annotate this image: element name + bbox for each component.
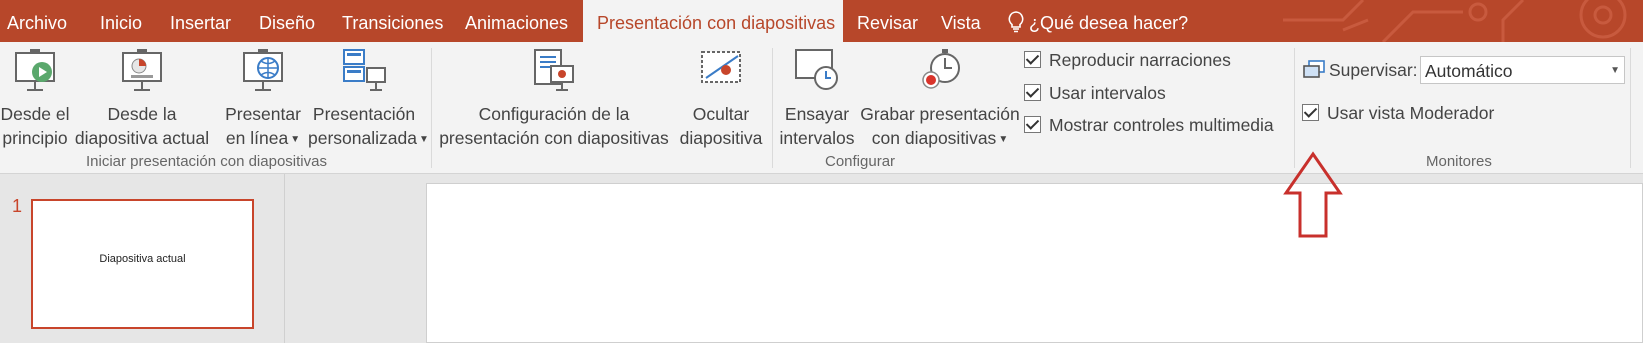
record-slideshow-line1: Grabar presentación <box>860 104 1020 124</box>
show-media-controls-checkbox[interactable]: Mostrar controles multimedia <box>1024 115 1274 136</box>
presenter-view-label: Usar vista Moderador <box>1327 103 1495 123</box>
monitor-label: Supervisar: <box>1329 60 1418 80</box>
checkbox-check-icon <box>1024 84 1041 101</box>
group-separator <box>772 48 773 168</box>
hide-slide-button[interactable]: Ocultar diapositiva <box>674 48 768 148</box>
play-narrations-checkbox[interactable]: Reproducir narraciones <box>1024 50 1231 71</box>
present-online-icon <box>243 49 283 91</box>
from-beginning-line2: principio <box>2 128 68 148</box>
group-separator <box>431 48 432 168</box>
slide-number: 1 <box>12 196 23 216</box>
dropdown-caret-icon: ▼ <box>418 134 429 145</box>
group-label-start: Iniciar presentación con diapositivas <box>86 153 327 170</box>
rehearse-timings-button[interactable]: Ensayar intervalos <box>774 48 860 148</box>
custom-show-line2: personalizada <box>308 128 417 148</box>
play-from-current-icon <box>122 49 162 91</box>
record-slideshow-button[interactable]: Grabar presentación con diapositivas ▼ <box>860 48 1020 148</box>
tab-vista[interactable]: Vista <box>941 0 981 42</box>
present-online-line2: en línea <box>225 128 289 148</box>
tell-me-text: ¿Qué desea hacer? <box>1029 13 1189 33</box>
from-current-line1: Desde la <box>107 104 177 124</box>
group-label-monitors: Monitores <box>1426 153 1492 170</box>
slide-canvas[interactable] <box>426 183 1643 343</box>
presenter-view-checkbox[interactable]: Usar vista Moderador <box>1302 103 1494 124</box>
up-arrow-annotation-icon <box>1283 151 1343 238</box>
checkbox-check-icon <box>1302 104 1319 121</box>
dropdown-caret-icon: ▼ <box>290 134 301 145</box>
tab-transiciones[interactable]: Transiciones <box>342 0 443 42</box>
group-label-setup: Configurar <box>825 153 896 170</box>
custom-show-button[interactable]: Presentación personalizada ▼ <box>308 48 429 148</box>
tab-insertar[interactable]: Insertar <box>170 0 231 42</box>
ribbon-panel: Desde el principio Desde la diapositiva … <box>0 42 1643 174</box>
record-slideshow-icon <box>922 49 960 89</box>
rehearse-timings-line1: Ensayar <box>784 104 850 124</box>
setup-slideshow-button[interactable]: Configuración de la presentación con dia… <box>436 48 672 148</box>
use-timings-label: Usar intervalos <box>1049 83 1166 103</box>
from-beginning-line1: Desde el <box>0 104 70 124</box>
checkbox-check-icon <box>1024 116 1041 133</box>
group-separator <box>1294 48 1295 168</box>
from-current-slide-button[interactable]: Desde la diapositiva actual <box>72 48 212 148</box>
record-slideshow-line2: con diapositivas <box>871 128 997 148</box>
tab-inicio[interactable]: Inicio <box>100 0 142 42</box>
play-from-start-icon <box>15 49 55 91</box>
from-beginning-button[interactable]: Desde el principio <box>0 48 70 148</box>
tab-diseno[interactable]: Diseño <box>259 0 315 42</box>
group-separator <box>1630 48 1631 168</box>
custom-show-icon <box>343 49 386 91</box>
use-timings-checkbox[interactable]: Usar intervalos <box>1024 83 1166 104</box>
ribbon-tab-bar: Archivo Inicio Insertar Diseño Transicio… <box>0 0 1643 42</box>
tab-revisar[interactable]: Revisar <box>857 0 918 42</box>
tab-animaciones[interactable]: Animaciones <box>465 0 568 42</box>
record-slideshow-line2-wrap: con diapositivas ▼ <box>860 126 1020 152</box>
slide-thumbnail-text: Diapositiva actual <box>99 253 186 265</box>
present-online-line1: Presentar <box>225 104 301 124</box>
custom-show-line1: Presentación <box>312 104 416 124</box>
rehearse-timings-line2: intervalos <box>779 128 855 148</box>
hide-slide-line2: diapositiva <box>679 128 763 148</box>
rehearse-timings-icon <box>795 49 838 90</box>
tab-presentacion-con-diapositivas[interactable]: Presentación con diapositivas <box>583 0 843 42</box>
tab-archivo[interactable]: Archivo <box>7 0 67 42</box>
hide-slide-line1: Ocultar <box>692 104 750 124</box>
lightbulb-icon <box>1008 11 1024 33</box>
present-online-button[interactable]: Presentar en línea ▼ <box>220 48 306 148</box>
monitor-select-value: Automático <box>1425 61 1513 81</box>
setup-slideshow-icon <box>534 49 574 91</box>
present-online-line2-wrap: en línea ▼ <box>220 126 306 152</box>
monitor-select[interactable]: Automático ▼ <box>1420 56 1625 84</box>
show-media-controls-label: Mostrar controles multimedia <box>1049 115 1274 135</box>
checkbox-check-icon <box>1024 51 1041 68</box>
dropdown-caret-icon: ▼ <box>998 134 1009 145</box>
setup-slideshow-line2: presentación con diapositivas <box>439 128 669 148</box>
hide-slide-icon <box>701 51 741 83</box>
custom-show-line2-wrap: personalizada ▼ <box>308 126 429 152</box>
play-narrations-label: Reproducir narraciones <box>1049 50 1231 70</box>
tell-me-box[interactable]: ¿Qué desea hacer? <box>1007 0 1188 42</box>
from-current-line2: diapositiva actual <box>74 128 210 148</box>
monitor-icon <box>1303 60 1325 78</box>
setup-slideshow-line1: Configuración de la <box>478 104 630 124</box>
chevron-down-icon: ▼ <box>1610 65 1620 76</box>
slide-thumbnail[interactable]: Diapositiva actual <box>31 199 254 329</box>
